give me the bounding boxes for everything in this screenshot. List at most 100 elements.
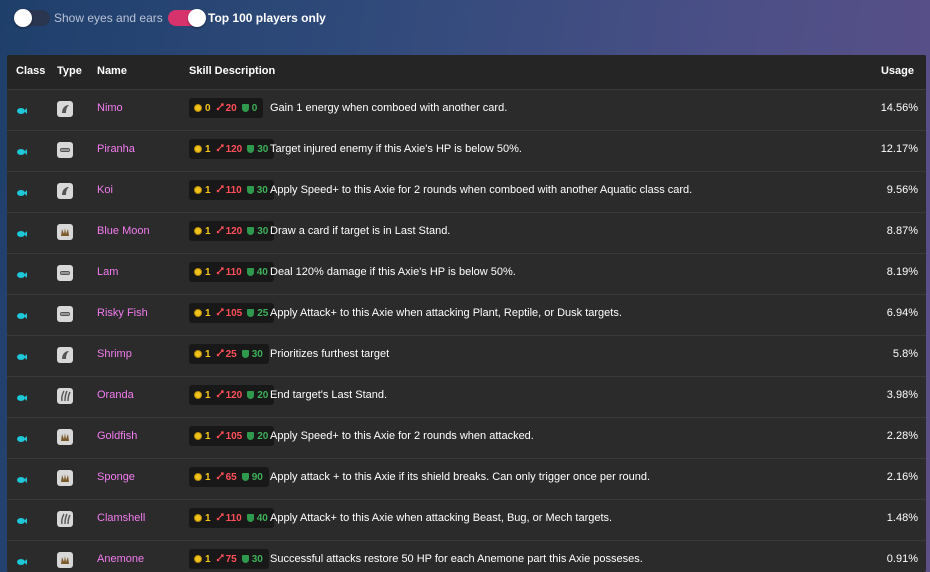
skill-description: End target's Last Stand. xyxy=(270,389,388,401)
energy-icon xyxy=(194,555,202,563)
show-eyes-ears-toggle[interactable]: Show eyes and ears xyxy=(14,9,163,27)
attack-value: 105 xyxy=(225,430,243,442)
back-icon xyxy=(57,429,73,445)
skill-description: Apply attack + to this Axie if its shiel… xyxy=(270,471,651,483)
card-name[interactable]: Anemone xyxy=(97,553,144,565)
top100-toggle[interactable]: Top 100 players only xyxy=(168,9,326,27)
toggle-knob[interactable] xyxy=(14,9,32,27)
card-name[interactable]: Risky Fish xyxy=(97,307,148,319)
energy-value: 1 xyxy=(205,307,211,319)
toggle-knob[interactable] xyxy=(188,9,206,27)
shield-icon xyxy=(241,555,249,563)
energy-icon xyxy=(194,309,202,317)
top100-label: Top 100 players only xyxy=(208,11,326,25)
shield-value: 30 xyxy=(251,348,263,360)
header-skill[interactable]: Skill Description xyxy=(189,65,275,77)
card-name[interactable]: Goldfish xyxy=(97,430,137,442)
card-name[interactable]: Clamshell xyxy=(97,512,145,524)
toggle-track[interactable] xyxy=(14,9,50,27)
shield-value: 30 xyxy=(257,225,269,237)
shield-icon xyxy=(247,391,255,399)
card-name[interactable]: Nimo xyxy=(97,102,123,114)
horn-icon xyxy=(57,101,73,117)
card-stats: 0 20 0 xyxy=(189,98,264,118)
table-row[interactable]: Risky Fish 1 105 25 Apply Attack+ to thi… xyxy=(7,295,926,336)
usage-value: 6.94% xyxy=(886,307,918,319)
skill-description: Successful attacks restore 50 HP for eac… xyxy=(270,553,643,565)
back-icon xyxy=(57,552,73,568)
fish-icon xyxy=(16,227,28,239)
table-row[interactable]: Piranha 1 120 30 Target injured enemy if… xyxy=(7,131,926,172)
fish-icon xyxy=(16,473,28,485)
shield-value: 0 xyxy=(251,102,258,114)
table-row[interactable]: Koi 1 110 30 Apply Speed+ to this Axie f… xyxy=(7,172,926,213)
table-row[interactable]: Blue Moon 1 120 30 Draw a card if target… xyxy=(7,213,926,254)
shield-value: 40 xyxy=(256,266,268,278)
table-row[interactable]: Shrimp 1 25 30 Prioritizes furthest targ… xyxy=(7,336,926,377)
energy-icon xyxy=(194,391,202,399)
header-type[interactable]: Type xyxy=(57,65,82,77)
shield-icon xyxy=(247,309,255,317)
shield-value: 20 xyxy=(257,389,269,401)
skill-description: Apply Speed+ to this Axie for 2 rounds w… xyxy=(270,184,693,196)
skill-description: Target injured enemy if this Axie's HP i… xyxy=(270,143,522,155)
shield-icon xyxy=(241,350,249,358)
skill-description: Deal 120% damage if this Axie's HP is be… xyxy=(270,266,516,278)
card-name[interactable]: Koi xyxy=(97,184,113,196)
fish-icon xyxy=(16,350,28,362)
card-name[interactable]: Oranda xyxy=(97,389,134,401)
usage-value: 3.98% xyxy=(886,389,918,401)
shield-icon xyxy=(247,432,255,440)
attack-value: 110 xyxy=(225,266,242,278)
tail-icon xyxy=(57,388,73,404)
energy-value: 1 xyxy=(205,430,211,442)
attack-icon xyxy=(216,143,224,155)
attack-value: 110 xyxy=(225,512,242,524)
table-row[interactable]: Sponge 1 65 90 Apply attack + to this Ax… xyxy=(7,459,926,500)
header-name[interactable]: Name xyxy=(97,65,127,77)
table-header: Class Type Name Skill Description Usage xyxy=(7,55,926,90)
usage-value: 0.91% xyxy=(886,553,918,565)
card-name[interactable]: Sponge xyxy=(97,471,135,483)
table-row[interactable]: Nimo 0 20 0 Gain 1 energy when comboed w… xyxy=(7,90,926,131)
fish-icon xyxy=(16,104,28,116)
attack-icon xyxy=(216,307,224,319)
energy-icon xyxy=(194,514,202,522)
card-name[interactable]: Lam xyxy=(97,266,118,278)
attack-value: 120 xyxy=(225,389,243,401)
card-name[interactable]: Shrimp xyxy=(97,348,132,360)
table-row[interactable]: Goldfish 1 105 20 Apply Speed+ to this A… xyxy=(7,418,926,459)
header-usage[interactable]: Usage xyxy=(881,65,914,77)
usage-value: 2.16% xyxy=(886,471,918,483)
table-row[interactable]: Anemone 1 75 30 Successful attacks resto… xyxy=(7,541,926,572)
card-stats: 1 75 30 xyxy=(189,549,269,569)
card-name[interactable]: Blue Moon xyxy=(97,225,150,237)
energy-value: 1 xyxy=(205,348,211,360)
shield-value: 20 xyxy=(257,430,269,442)
shield-value: 40 xyxy=(256,512,268,524)
header-class[interactable]: Class xyxy=(16,65,45,77)
shield-icon xyxy=(246,186,254,194)
fish-icon xyxy=(16,268,28,280)
tail-icon xyxy=(57,511,73,527)
table-row[interactable]: Lam 1 110 40 Deal 120% damage if this Ax… xyxy=(7,254,926,295)
card-name[interactable]: Piranha xyxy=(97,143,135,155)
shield-icon xyxy=(241,104,249,112)
table-row[interactable]: Oranda 1 120 20 End target's Last Stand.… xyxy=(7,377,926,418)
attack-icon xyxy=(216,512,224,524)
card-stats: 1 25 30 xyxy=(189,344,269,364)
skill-description: Apply Attack+ to this Axie when attackin… xyxy=(270,512,613,524)
horn-icon xyxy=(57,183,73,199)
energy-value: 1 xyxy=(205,553,211,565)
skill-description: Prioritizes furthest target xyxy=(270,348,390,360)
energy-value: 1 xyxy=(205,184,211,196)
toggle-track[interactable] xyxy=(168,9,206,27)
card-stats: 1 105 25 xyxy=(189,303,275,323)
skill-description: Apply Attack+ to this Axie when attackin… xyxy=(270,307,622,319)
attack-icon xyxy=(216,266,224,278)
filter-bar: Show eyes and ears Top 100 players only xyxy=(0,0,930,50)
back-icon xyxy=(57,224,73,240)
card-stats: 1 110 40 xyxy=(189,508,274,528)
table-row[interactable]: Clamshell 1 110 40 Apply Attack+ to this… xyxy=(7,500,926,541)
cards-table: Class Type Name Skill Description Usage … xyxy=(7,55,926,572)
